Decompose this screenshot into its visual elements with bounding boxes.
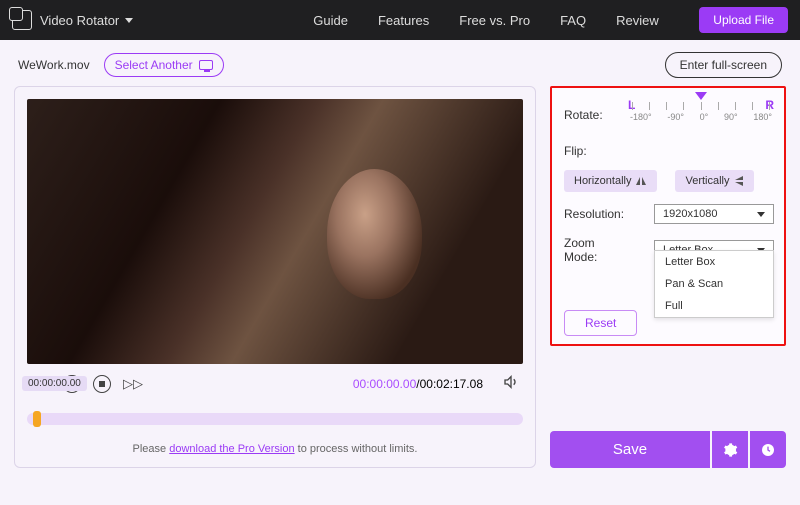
nav-faq[interactable]: FAQ	[560, 13, 586, 28]
stop-icon	[99, 381, 105, 387]
video-preview[interactable]	[27, 99, 523, 364]
zoom-option-letterbox[interactable]: Letter Box	[655, 251, 773, 273]
select-another-button[interactable]: Select Another	[104, 53, 224, 77]
seek-tooltip: 00:00:00.00	[22, 376, 87, 391]
settings-panel: Rotate: L R -180° -90° 0° 90° 180° Flip:	[550, 86, 786, 346]
time-display: 00:00:00.00/00:02:17.08	[353, 377, 483, 391]
stop-button[interactable]	[93, 375, 111, 393]
rotate-label: Rotate:	[564, 108, 628, 122]
rotate-slider[interactable]: L R -180° -90° 0° 90° 180°	[628, 98, 774, 132]
zoom-mode-label: Zoom Mode:	[564, 236, 628, 264]
flip-horizontal-icon	[635, 176, 647, 186]
resolution-value: 1920x1080	[663, 208, 717, 220]
chevron-down-icon	[757, 212, 765, 217]
flip-vertical-button[interactable]: Vertically	[675, 170, 753, 192]
nav-guide[interactable]: Guide	[313, 13, 348, 28]
history-button[interactable]	[750, 431, 786, 468]
forward-button[interactable]: ▷▷	[123, 376, 143, 392]
upload-file-button[interactable]: Upload File	[699, 7, 788, 33]
clock-icon	[760, 442, 776, 458]
seek-thumb[interactable]	[33, 411, 41, 427]
duration-time: 00:02:17.08	[420, 377, 483, 391]
chevron-down-icon	[125, 18, 133, 23]
footer-note: Please download the Pro Version to proce…	[27, 443, 523, 455]
flip-label: Flip:	[564, 144, 628, 158]
enter-fullscreen-button[interactable]: Enter full-screen	[665, 52, 782, 78]
current-time: 00:00:00.00	[353, 377, 416, 391]
rotate-pointer-icon[interactable]	[695, 92, 707, 100]
nav-features[interactable]: Features	[378, 13, 429, 28]
current-file-name: WeWork.mov	[18, 58, 90, 72]
nav-review[interactable]: Review	[616, 13, 659, 28]
nav-free-vs-pro[interactable]: Free vs. Pro	[459, 13, 530, 28]
select-another-label: Select Another	[115, 58, 193, 72]
flip-vertical-icon	[734, 175, 744, 187]
gear-icon	[722, 442, 738, 458]
reset-button[interactable]: Reset	[564, 310, 637, 336]
resolution-select[interactable]: 1920x1080	[654, 204, 774, 224]
seek-track[interactable]	[27, 413, 523, 425]
app-title-dropdown[interactable]: Video Rotator	[40, 13, 133, 28]
app-title: Video Rotator	[40, 13, 119, 28]
app-logo-icon	[12, 10, 32, 30]
save-button[interactable]: Save	[550, 431, 710, 468]
volume-button[interactable]	[503, 374, 519, 393]
zoom-mode-dropdown: Letter Box Pan & Scan Full	[654, 250, 774, 318]
resolution-label: Resolution:	[564, 207, 628, 221]
monitor-icon	[199, 60, 213, 70]
download-pro-link[interactable]: download the Pro Version	[169, 443, 294, 455]
flip-horizontal-button[interactable]: Horizontally	[564, 170, 657, 192]
zoom-option-full[interactable]: Full	[655, 295, 773, 317]
settings-button[interactable]	[712, 431, 748, 468]
zoom-option-panscan[interactable]: Pan & Scan	[655, 273, 773, 295]
player-panel: ◁◁ ▷▷ 00:00:00.00/00:02:17.08 Please dow…	[14, 86, 536, 468]
